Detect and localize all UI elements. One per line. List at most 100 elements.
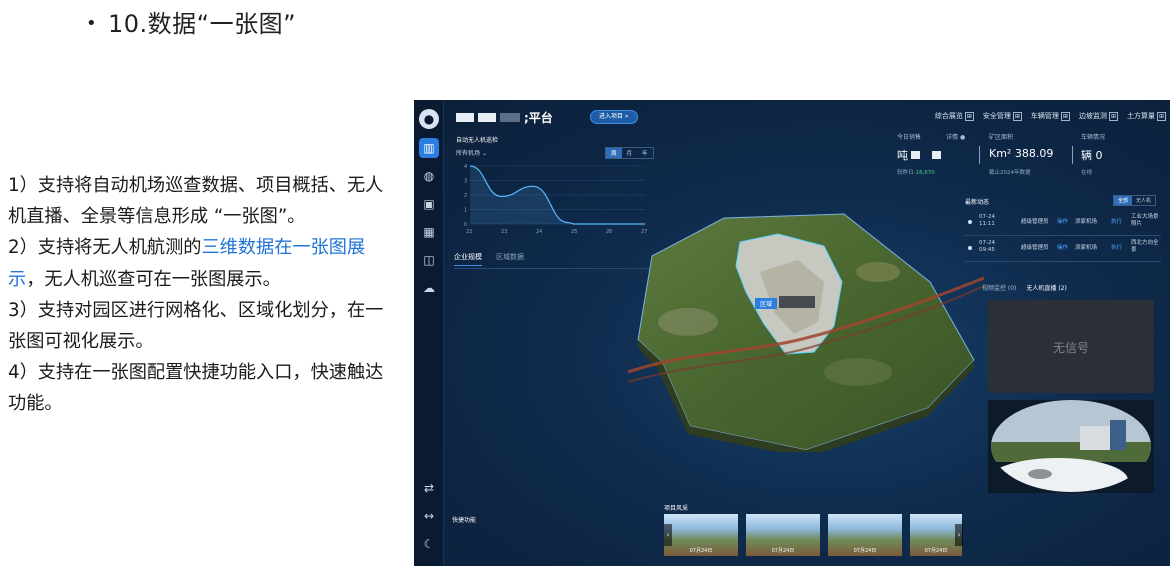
feature-point-4: 4）支持在一张图配置快捷功能入口，快速触达功能。 bbox=[8, 362, 384, 415]
vehicle-label: 车辆情况 bbox=[1081, 134, 1106, 141]
globe-icon[interactable]: ◍ bbox=[419, 166, 439, 186]
tab-enterprise-scale[interactable]: 企业规模 bbox=[454, 252, 482, 266]
image-icon[interactable]: ▣ bbox=[419, 194, 439, 214]
redacted-block bbox=[911, 151, 920, 159]
scene-thumbnails: 07月24日 07月24日 07月24日 07月24日 bbox=[664, 514, 962, 556]
vehicle-online: 在线 bbox=[1081, 170, 1093, 176]
status-dot bbox=[968, 246, 972, 250]
feature-point-3: 3）支持对园区进行网格化、区域化划分，在一张图可视化展示。 bbox=[8, 299, 384, 353]
y-tick-label: 2 bbox=[464, 193, 467, 199]
video-tabs: 视频监控 (0) 无人机直播 (2) bbox=[982, 283, 1067, 292]
today-sales-compare: 较昨日-18,670 bbox=[897, 170, 935, 176]
feature-point-1: 1）支持将自动机场巡查数据、项目概括、无人机直播、全景等信息形成 “一张图”。 bbox=[8, 175, 384, 228]
x-tick-label: 25 bbox=[571, 229, 577, 235]
scene-thumbnail[interactable]: 07月24日 bbox=[828, 514, 902, 556]
redacted-block bbox=[478, 113, 496, 122]
range-month[interactable]: 月 bbox=[622, 148, 638, 158]
region-label[interactable]: 区域 bbox=[755, 298, 778, 309]
quick-functions-title: 快捷功能 bbox=[452, 517, 477, 524]
y-tick-label: 0 bbox=[464, 222, 467, 228]
video-player-empty[interactable]: 无信号 bbox=[988, 300, 1154, 393]
feature-description: 1）支持将自动机场巡查数据、项目概括、无人机直播、全景等信息形成 “一张图”。 … bbox=[8, 170, 388, 420]
scene-thumbnail[interactable]: 07月24日 bbox=[664, 514, 738, 556]
y-tick-label: 4 bbox=[464, 164, 467, 170]
feature-point-2: 2）支持将无人机航测的三维数据在一张图展示，无人机巡查可在一张图展示。 bbox=[8, 237, 366, 290]
airport-filter[interactable]: 所有机场 ⌄ bbox=[456, 148, 487, 157]
nav-item[interactable]: 边坡监测 ⊞ bbox=[1079, 111, 1118, 121]
slide-title-text: 10.数据“一张图” bbox=[108, 10, 297, 38]
vehicle-value: 辆 0 bbox=[1081, 149, 1103, 162]
tab-video-monitor[interactable]: 视频监控 (0) bbox=[982, 283, 1016, 292]
expand-icon: ⊞ bbox=[1108, 112, 1118, 121]
today-sales-value: 吨 bbox=[897, 147, 941, 163]
nav-item[interactable]: 综合展览 ⊞ bbox=[935, 111, 974, 121]
x-tick-label: 23 bbox=[501, 229, 507, 235]
status-dot bbox=[968, 220, 972, 224]
terrain-3d-model[interactable] bbox=[628, 212, 984, 452]
patrol-title: 自动无人机巡检 bbox=[456, 137, 499, 144]
tab-drone-live[interactable]: 无人机直播 (2) bbox=[1026, 283, 1066, 292]
scene-thumbnail[interactable]: 07月24日 bbox=[746, 514, 820, 556]
feed-item[interactable]: 07-24 11:11 超级管理员 操作 添家机场 执行 工业大场景照片 bbox=[965, 214, 1165, 234]
y-tick-label: 3 bbox=[464, 179, 467, 185]
expand-icon: ⊞ bbox=[1156, 112, 1166, 121]
divider bbox=[965, 235, 1161, 236]
database-icon[interactable]: ◫ bbox=[419, 250, 439, 270]
divider bbox=[1072, 146, 1073, 164]
detail-link[interactable]: 详情 ● bbox=[946, 132, 965, 141]
nav-item[interactable]: 车辆管理 ⊞ bbox=[1031, 111, 1070, 121]
divider bbox=[965, 261, 1161, 262]
enter-project-button[interactable]: 进入项目 » bbox=[590, 110, 638, 124]
x-tick-label: 22 bbox=[466, 229, 472, 235]
range-week[interactable]: 周 bbox=[606, 148, 622, 158]
today-sales-label: 今日销售 bbox=[897, 134, 922, 141]
feed-tab-drone[interactable]: 无人机 bbox=[1132, 196, 1155, 205]
feed-item[interactable]: 07-24 09:45 超级管理员 操作 添家机场 执行 西北方向全景 bbox=[965, 240, 1165, 260]
chevron-down-icon: ⌄ bbox=[481, 150, 487, 157]
feed-title: 最新动态 bbox=[965, 199, 990, 206]
tab-region-data[interactable]: 区域数据 bbox=[496, 252, 524, 266]
range-year[interactable]: 年 bbox=[637, 148, 653, 158]
info-icon: ● bbox=[959, 134, 966, 141]
swap-icon[interactable]: ⇄ bbox=[419, 478, 439, 498]
nav-item[interactable]: 土方算量 ⊞ bbox=[1127, 111, 1166, 121]
moon-icon[interactable]: ☾ bbox=[419, 534, 439, 554]
range-switch: 周 月 年 bbox=[605, 147, 654, 159]
nav-item[interactable]: 安全管理 ⊞ bbox=[983, 111, 1022, 121]
bullet-icon: • bbox=[86, 13, 98, 34]
width-icon[interactable]: ↔ bbox=[419, 506, 439, 526]
expand-icon: ⊞ bbox=[1012, 112, 1022, 121]
redacted-block bbox=[932, 151, 941, 159]
cloud-icon[interactable]: ☁ bbox=[419, 278, 439, 298]
sidebar: ● ▥ ◍ ▣ ▦ ◫ ☁ ⇄ ↔ ☾ bbox=[414, 100, 444, 566]
x-tick-label: 24 bbox=[536, 229, 542, 235]
project-scenes-title: 项目风采 bbox=[664, 505, 689, 512]
no-signal-text: 无信号 bbox=[1052, 341, 1089, 355]
mine-area-label: 矿区面积 bbox=[989, 134, 1014, 141]
tab-divider bbox=[454, 268, 654, 269]
apps-icon[interactable]: ▦ bbox=[419, 222, 439, 242]
patrol-chart: 0123422 23 24 25 26 27 bbox=[464, 164, 647, 235]
y-tick-label: 1 bbox=[464, 208, 467, 214]
redacted-block bbox=[456, 113, 474, 122]
chart-icon[interactable]: ▥ bbox=[419, 138, 439, 158]
stats-tabs: 企业规模 区域数据 bbox=[454, 252, 524, 266]
user-icon[interactable]: ● bbox=[419, 109, 439, 129]
feed-tab-all[interactable]: 全部 bbox=[1114, 196, 1133, 205]
platform-title: ;平台 bbox=[456, 109, 553, 126]
chevron-left-icon[interactable]: ‹ bbox=[664, 524, 672, 546]
divider bbox=[979, 146, 980, 164]
mine-area-value: Km² 388.09 bbox=[989, 147, 1054, 160]
slide-title: • 10.数据“一张图” bbox=[86, 4, 296, 39]
redacted-block bbox=[500, 113, 520, 122]
redacted-block bbox=[779, 296, 815, 308]
top-nav: 综合展览 ⊞ 安全管理 ⊞ 车辆管理 ⊞ 边坡监测 ⊞ 土方算量 ⊞ bbox=[935, 111, 1166, 121]
expand-icon: ⊞ bbox=[964, 112, 974, 121]
dashboard-screenshot: ● ▥ ◍ ▣ ▦ ◫ ☁ ⇄ ↔ ☾ ;平台 进入项目 » 综合展览 ⊞ 安全管… bbox=[414, 100, 1170, 566]
drone-camera-feed[interactable] bbox=[988, 400, 1154, 493]
feed-tabs: 全部 无人机 bbox=[1113, 195, 1157, 206]
mine-area-note: 截止2024年数据 bbox=[989, 170, 1031, 176]
chevron-right-icon[interactable]: › bbox=[955, 524, 963, 546]
top-bar: ;平台 进入项目 » 综合展览 ⊞ 安全管理 ⊞ 车辆管理 ⊞ 边坡监测 ⊞ 土方算量 ⊞ bbox=[444, 100, 1170, 134]
x-tick-label: 26 bbox=[606, 229, 612, 235]
